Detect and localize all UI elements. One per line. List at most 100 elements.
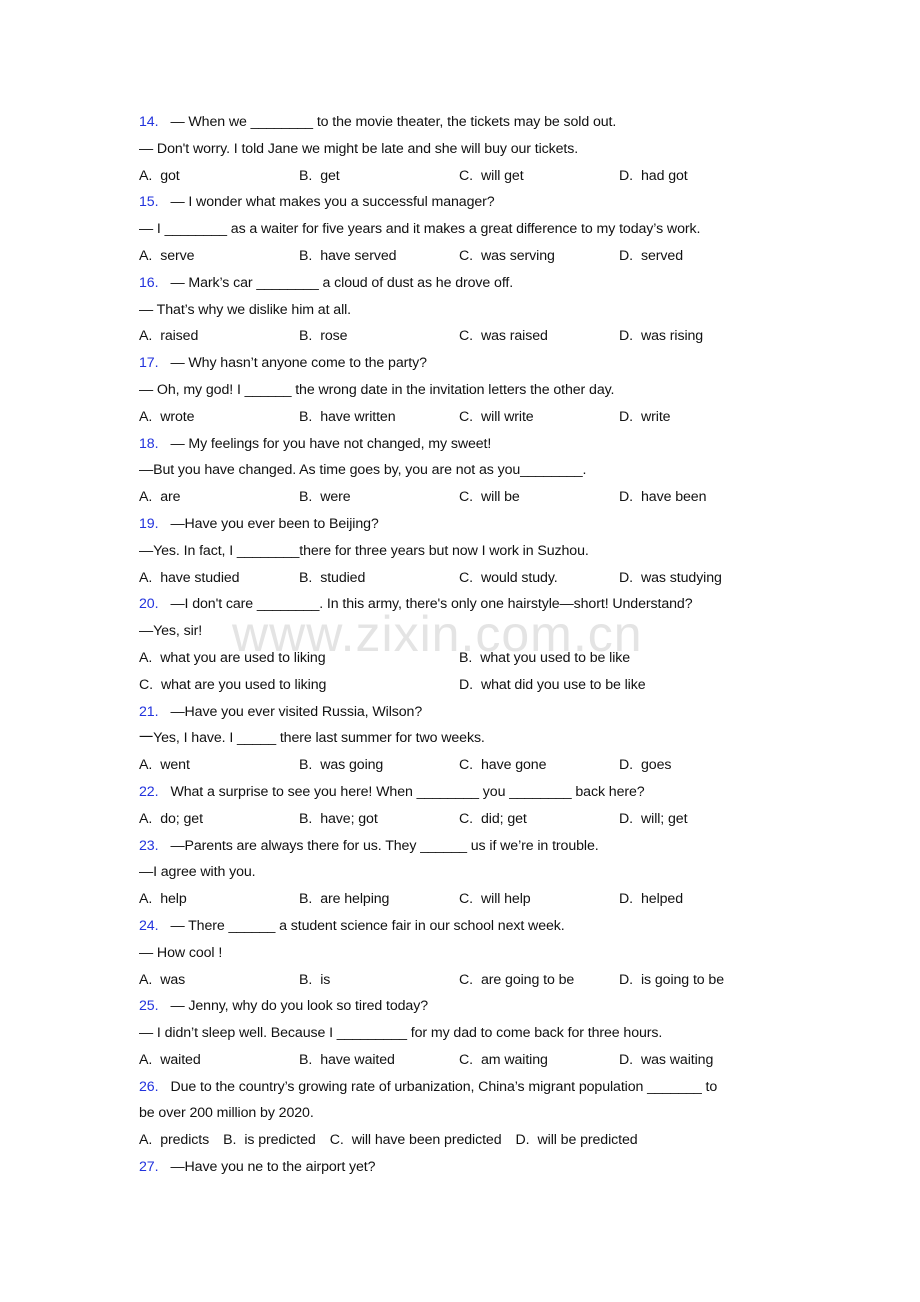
option-c[interactable]: C. will help — [459, 886, 531, 913]
question-stem: — Mark’s car ________ a cloud of dust as… — [170, 274, 514, 291]
option-d[interactable]: D. served — [619, 243, 683, 270]
option-b[interactable]: B. are helping — [299, 886, 389, 913]
question-reply: —But you have changed. As time goes by, … — [139, 462, 587, 479]
option-c[interactable]: C. am waiting — [459, 1047, 548, 1074]
option-a[interactable]: A. wrote — [139, 404, 195, 431]
option-c[interactable]: C. was serving — [459, 243, 555, 270]
question-23: 23. —Parents are always there for us. The… — [139, 833, 779, 913]
question-number: 22. — [139, 783, 159, 800]
options-row: A. wrote B. have written C. will write D. wr… — [139, 404, 779, 431]
question-25: 25. — Jenny, why do you look so tired tod… — [139, 993, 779, 1073]
question-number: 16. — [139, 274, 159, 291]
option-d[interactable]: D. was studying — [619, 565, 722, 592]
question-stem: —I don't care ________. In this army, th… — [170, 596, 693, 613]
question-stem: Due to the country’s growing rate of urb… — [170, 1078, 718, 1095]
question-reply: —I agree with you. — [139, 864, 256, 881]
option-b[interactable]: B. get — [299, 163, 340, 190]
options-row: A. predicts B. is predicted C. will have been… — [139, 1127, 779, 1154]
option-b[interactable]: B. have; got — [299, 806, 378, 833]
option-d[interactable]: D. have been — [619, 484, 706, 511]
question-reply: —Yes, sir! — [139, 623, 203, 640]
options-row: A. help B. are helping C. will help D. helpe… — [139, 886, 779, 913]
option-b[interactable]: B. were — [299, 484, 351, 511]
option-b[interactable]: B. have waited — [299, 1047, 395, 1074]
question-reply: —Yes. In fact, I ________there for three… — [139, 542, 589, 559]
question-reply: 一Yes, I have. I _____ there last summer … — [139, 730, 485, 747]
question-19: 19. —Have you ever been to Beijing? —Yes.… — [139, 511, 779, 591]
question-reply: — I ________ as a waiter for five years … — [139, 221, 701, 238]
option-c[interactable]: C. will write — [459, 404, 534, 431]
options-row: A. waited B. have waited C. am waiting D. wa… — [139, 1047, 779, 1074]
option-c[interactable]: C. have gone — [459, 752, 546, 779]
option-a[interactable]: A. do; get — [139, 806, 203, 833]
option-a[interactable]: A. waited — [139, 1047, 201, 1074]
question-stem: — Jenny, why do you look so tired today? — [170, 998, 428, 1015]
option-c[interactable]: C. did; get — [459, 806, 527, 833]
question-24: 24. — There ______ a student science fair… — [139, 913, 779, 993]
option-d[interactable]: D. what did you use to be like — [459, 672, 646, 699]
question-27: 27. —Have you ne to the airport yet? — [139, 1154, 779, 1181]
option-d[interactable]: D. was rising — [619, 323, 703, 350]
options-row: A. got B. get C. will get D. had got — [139, 163, 779, 190]
option-b[interactable]: B. was going — [299, 752, 383, 779]
question-26: 26. Due to the country’s growing rate of … — [139, 1074, 779, 1154]
option-a[interactable]: A. got — [139, 163, 180, 190]
option-d[interactable]: D. goes — [619, 752, 671, 779]
question-number: 20. — [139, 596, 159, 613]
option-b[interactable]: B. what you used to be like — [459, 645, 630, 672]
question-stem: — My feelings for you have not changed, … — [170, 435, 492, 452]
question-reply: — I didn’t sleep well. Because I _______… — [139, 1025, 663, 1042]
option-b[interactable]: B. studied — [299, 565, 365, 592]
option-d[interactable]: D. helped — [619, 886, 683, 913]
option-d[interactable]: D. will; get — [619, 806, 688, 833]
option-b[interactable]: B. is — [299, 967, 330, 994]
options-row: A. what you are used to liking B. what you… — [139, 645, 779, 672]
question-stem: —Have you ne to the airport yet? — [170, 1159, 376, 1176]
question-18: 18. — My feelings for you have not change… — [139, 431, 779, 511]
option-b[interactable]: B. have served — [299, 243, 397, 270]
option-b[interactable]: B. rose — [299, 323, 348, 350]
question-stem: —Have you ever visited Russia, Wilson? — [170, 703, 423, 720]
question-stem: — Why hasn’t anyone come to the party? — [170, 355, 427, 372]
option-a[interactable]: A. what you are used to liking — [139, 645, 326, 672]
option-a[interactable]: A. went — [139, 752, 190, 779]
question-number: 24. — [139, 917, 159, 934]
option-b[interactable]: B. have written — [299, 404, 396, 431]
question-number: 23. — [139, 837, 159, 854]
option-a[interactable]: A. was — [139, 967, 185, 994]
option-d[interactable]: D. is going to be — [619, 967, 724, 994]
option-c[interactable]: C. will get — [459, 163, 524, 190]
question-stem-continued: be over 200 million by 2020. — [139, 1105, 314, 1122]
option-c[interactable]: C. what are you used to liking — [139, 672, 326, 699]
question-stem: — When we ________ to the movie theater,… — [170, 114, 617, 130]
options-row: C. what are you used to liking D. what did… — [139, 672, 779, 699]
option-d[interactable]: D. was waiting — [619, 1047, 713, 1074]
question-stem: —Parents are always there for us. They _… — [170, 837, 599, 854]
exam-page: 14. — When we ________ to the movie theat… — [139, 109, 779, 1181]
option-c[interactable]: C. will have been predicted — [330, 1132, 502, 1148]
option-c[interactable]: C. are going to be — [459, 967, 574, 994]
option-d[interactable]: D. write — [619, 404, 671, 431]
option-c[interactable]: C. will be — [459, 484, 520, 511]
option-d[interactable]: D. had got — [619, 163, 688, 190]
question-stem: — There ______ a student science fair in… — [170, 917, 565, 934]
question-reply: — Don't worry. I told Jane we might be l… — [139, 140, 579, 157]
option-d[interactable]: D. will be predicted — [516, 1132, 638, 1148]
question-number: 27. — [139, 1159, 159, 1176]
option-c[interactable]: C. was raised — [459, 323, 548, 350]
question-reply: — Oh, my god! I ______ the wrong date in… — [139, 381, 615, 398]
option-a[interactable]: A. have studied — [139, 565, 240, 592]
option-a[interactable]: A. serve — [139, 243, 195, 270]
option-a[interactable]: A. predicts — [139, 1132, 209, 1148]
option-a[interactable]: A. help — [139, 886, 187, 913]
question-17: 17. — Why hasn’t anyone come to the party… — [139, 350, 779, 430]
option-c[interactable]: C. would study. — [459, 565, 558, 592]
option-a[interactable]: A. are — [139, 484, 181, 511]
question-15: 15. — I wonder what makes you a successfu… — [139, 189, 779, 269]
options-row: A. went B. was going C. have gone D. goes — [139, 752, 779, 779]
option-a[interactable]: A. raised — [139, 323, 198, 350]
question-20: 20. —I don't care ________. In this army,… — [139, 591, 779, 698]
option-b[interactable]: B. is predicted — [223, 1132, 316, 1148]
question-number: 19. — [139, 515, 159, 532]
question-22: 22. What a surprise to see you here! When… — [139, 779, 779, 833]
